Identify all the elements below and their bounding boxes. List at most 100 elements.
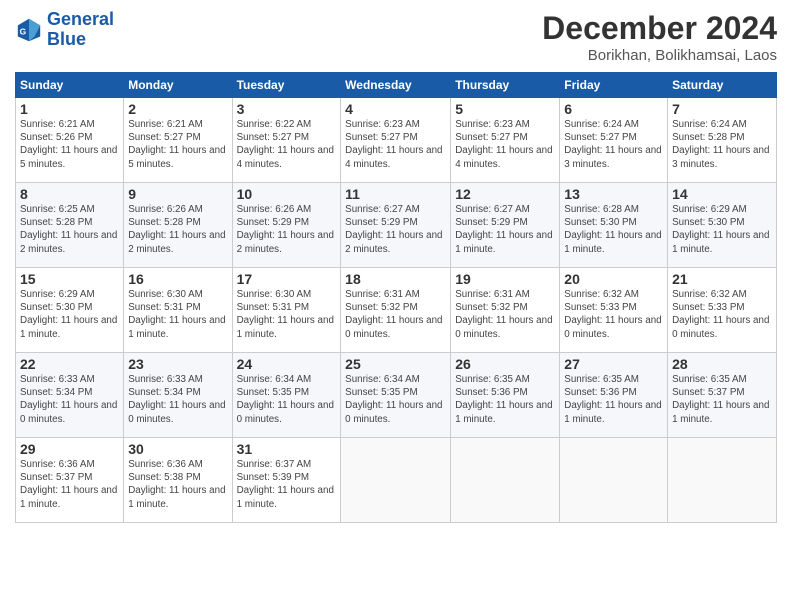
day-info: Sunrise: 6:30 AM Sunset: 5:31 PM Dayligh… xyxy=(237,288,337,341)
calendar-header: G General Blue December 2024 Borikhan, B… xyxy=(15,10,777,64)
calendar-cell: 16Sunrise: 6:30 AM Sunset: 5:31 PM Dayli… xyxy=(124,268,232,353)
day-number: 27 xyxy=(564,356,663,372)
day-info: Sunrise: 6:27 AM Sunset: 5:29 PM Dayligh… xyxy=(345,203,446,256)
day-number: 20 xyxy=(564,271,663,287)
day-info: Sunrise: 6:30 AM Sunset: 5:31 PM Dayligh… xyxy=(128,288,227,341)
day-number: 12 xyxy=(455,186,555,202)
calendar-cell: 8Sunrise: 6:25 AM Sunset: 5:28 PM Daylig… xyxy=(16,183,124,268)
calendar-cell xyxy=(341,438,451,523)
calendar-cell: 17Sunrise: 6:30 AM Sunset: 5:31 PM Dayli… xyxy=(232,268,341,353)
calendar-cell: 18Sunrise: 6:31 AM Sunset: 5:32 PM Dayli… xyxy=(341,268,451,353)
day-info: Sunrise: 6:37 AM Sunset: 5:39 PM Dayligh… xyxy=(237,458,337,511)
day-number: 6 xyxy=(564,101,663,117)
day-number: 17 xyxy=(237,271,337,287)
day-number: 7 xyxy=(672,101,772,117)
header-tuesday: Tuesday xyxy=(232,73,341,98)
logo-text: General Blue xyxy=(47,10,114,50)
calendar-cell: 7Sunrise: 6:24 AM Sunset: 5:28 PM Daylig… xyxy=(668,98,777,183)
day-info: Sunrise: 6:28 AM Sunset: 5:30 PM Dayligh… xyxy=(564,203,663,256)
calendar-cell xyxy=(451,438,560,523)
calendar-cell: 11Sunrise: 6:27 AM Sunset: 5:29 PM Dayli… xyxy=(341,183,451,268)
calendar-week-4: 22 Sunrise: 6:33 AM Sunset: 5:34 PM Dayli… xyxy=(16,353,777,438)
day-info: Sunrise: 6:25 AM Sunset: 5:28 PM Dayligh… xyxy=(20,203,119,256)
calendar-cell: 22Sunrise: 6:33 AM Sunset: 5:34 PM Dayli… xyxy=(16,353,124,438)
calendar-cell: 26Sunrise: 6:35 AM Sunset: 5:36 PM Dayli… xyxy=(451,353,560,438)
day-info: Sunrise: 6:24 AM Sunset: 5:27 PM Dayligh… xyxy=(564,118,663,171)
day-info: Sunrise: 6:21 AM Sunset: 5:27 PM Dayligh… xyxy=(128,118,227,171)
day-number: 3 xyxy=(237,101,337,117)
calendar-cell: 21Sunrise: 6:32 AM Sunset: 5:33 PM Dayli… xyxy=(668,268,777,353)
day-info: Sunrise: 6:32 AM Sunset: 5:33 PM Dayligh… xyxy=(564,288,663,341)
day-number: 30 xyxy=(128,441,227,457)
calendar-cell: 5Sunrise: 6:23 AM Sunset: 5:27 PM Daylig… xyxy=(451,98,560,183)
day-number: 14 xyxy=(672,186,772,202)
calendar-cell: 3Sunrise: 6:22 AM Sunset: 5:27 PM Daylig… xyxy=(232,98,341,183)
day-number: 4 xyxy=(345,101,446,117)
logo-icon: G xyxy=(15,16,43,44)
logo-blue: Blue xyxy=(47,29,86,49)
calendar-cell: 20Sunrise: 6:32 AM Sunset: 5:33 PM Dayli… xyxy=(560,268,668,353)
calendar-cell: 1Sunrise: 6:21 AM Sunset: 5:26 PM Daylig… xyxy=(16,98,124,183)
day-number: 24 xyxy=(237,356,337,372)
day-number: 28 xyxy=(672,356,772,372)
calendar-cell xyxy=(560,438,668,523)
header-wednesday: Wednesday xyxy=(341,73,451,98)
day-info: Sunrise: 6:23 AM Sunset: 5:27 PM Dayligh… xyxy=(455,118,555,171)
day-info: Sunrise: 6:36 AM Sunset: 5:37 PM Dayligh… xyxy=(20,458,119,511)
day-number: 9 xyxy=(128,186,227,202)
calendar-week-3: 15Sunrise: 6:29 AM Sunset: 5:30 PM Dayli… xyxy=(16,268,777,353)
header-friday: Friday xyxy=(560,73,668,98)
header-monday: Monday xyxy=(124,73,232,98)
day-number: 31 xyxy=(237,441,337,457)
day-number: 18 xyxy=(345,271,446,287)
calendar-week-5: 29Sunrise: 6:36 AM Sunset: 5:37 PM Dayli… xyxy=(16,438,777,523)
day-info: Sunrise: 6:26 AM Sunset: 5:29 PM Dayligh… xyxy=(237,203,337,256)
day-number: 25 xyxy=(345,356,446,372)
day-number: 22 xyxy=(20,356,119,372)
day-info: Sunrise: 6:32 AM Sunset: 5:33 PM Dayligh… xyxy=(672,288,772,341)
calendar-cell: 15Sunrise: 6:29 AM Sunset: 5:30 PM Dayli… xyxy=(16,268,124,353)
calendar-body: 1Sunrise: 6:21 AM Sunset: 5:26 PM Daylig… xyxy=(16,98,777,523)
day-info: Sunrise: 6:35 AM Sunset: 5:36 PM Dayligh… xyxy=(455,373,555,426)
month-title: December 2024 xyxy=(542,10,777,47)
day-number: 26 xyxy=(455,356,555,372)
calendar-cell: 2Sunrise: 6:21 AM Sunset: 5:27 PM Daylig… xyxy=(124,98,232,183)
calendar-cell: 24Sunrise: 6:34 AM Sunset: 5:35 PM Dayli… xyxy=(232,353,341,438)
day-info: Sunrise: 6:34 AM Sunset: 5:35 PM Dayligh… xyxy=(345,373,446,426)
svg-text:G: G xyxy=(20,26,27,36)
day-number: 15 xyxy=(20,271,119,287)
day-number: 2 xyxy=(128,101,227,117)
day-info: Sunrise: 6:24 AM Sunset: 5:28 PM Dayligh… xyxy=(672,118,772,171)
day-info: Sunrise: 6:21 AM Sunset: 5:26 PM Dayligh… xyxy=(20,118,119,171)
title-block: December 2024 Borikhan, Bolikhamsai, Lao… xyxy=(542,10,777,64)
calendar-cell: 23Sunrise: 6:33 AM Sunset: 5:34 PM Dayli… xyxy=(124,353,232,438)
logo-general: General xyxy=(47,9,114,29)
day-info: Sunrise: 6:31 AM Sunset: 5:32 PM Dayligh… xyxy=(455,288,555,341)
day-info: Sunrise: 6:34 AM Sunset: 5:35 PM Dayligh… xyxy=(237,373,337,426)
logo: G General Blue xyxy=(15,10,114,50)
calendar-cell: 13Sunrise: 6:28 AM Sunset: 5:30 PM Dayli… xyxy=(560,183,668,268)
day-info: Sunrise: 6:35 AM Sunset: 5:37 PM Dayligh… xyxy=(672,373,772,426)
calendar-cell: 10Sunrise: 6:26 AM Sunset: 5:29 PM Dayli… xyxy=(232,183,341,268)
day-info: Sunrise: 6:36 AM Sunset: 5:38 PM Dayligh… xyxy=(128,458,227,511)
day-number: 16 xyxy=(128,271,227,287)
calendar-cell: 14Sunrise: 6:29 AM Sunset: 5:30 PM Dayli… xyxy=(668,183,777,268)
calendar-week-2: 8Sunrise: 6:25 AM Sunset: 5:28 PM Daylig… xyxy=(16,183,777,268)
calendar-cell: 4Sunrise: 6:23 AM Sunset: 5:27 PM Daylig… xyxy=(341,98,451,183)
day-info: Sunrise: 6:26 AM Sunset: 5:28 PM Dayligh… xyxy=(128,203,227,256)
weekday-header-row: Sunday Monday Tuesday Wednesday Thursday… xyxy=(16,73,777,98)
day-info: Sunrise: 6:33 AM Sunset: 5:34 PM Dayligh… xyxy=(128,373,227,426)
calendar-cell: 6Sunrise: 6:24 AM Sunset: 5:27 PM Daylig… xyxy=(560,98,668,183)
day-info: Sunrise: 6:29 AM Sunset: 5:30 PM Dayligh… xyxy=(672,203,772,256)
day-number: 5 xyxy=(455,101,555,117)
day-number: 21 xyxy=(672,271,772,287)
day-number: 23 xyxy=(128,356,227,372)
day-info: Sunrise: 6:35 AM Sunset: 5:36 PM Dayligh… xyxy=(564,373,663,426)
header-sunday: Sunday xyxy=(16,73,124,98)
day-number: 29 xyxy=(20,441,119,457)
calendar-cell: 31Sunrise: 6:37 AM Sunset: 5:39 PM Dayli… xyxy=(232,438,341,523)
header-thursday: Thursday xyxy=(451,73,560,98)
day-info: Sunrise: 6:27 AM Sunset: 5:29 PM Dayligh… xyxy=(455,203,555,256)
calendar-cell xyxy=(668,438,777,523)
calendar-cell: 30Sunrise: 6:36 AM Sunset: 5:38 PM Dayli… xyxy=(124,438,232,523)
